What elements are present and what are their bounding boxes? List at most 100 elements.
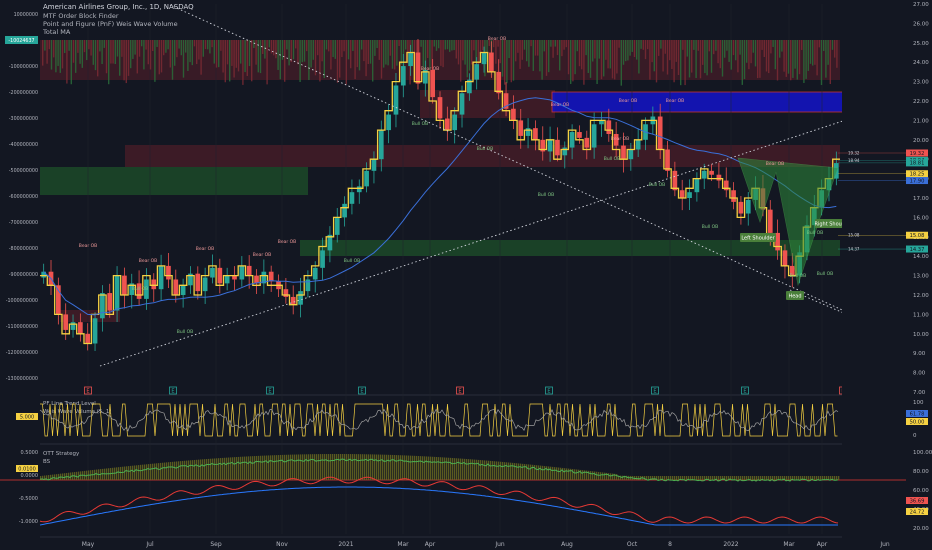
ott-hist-bar: [694, 476, 696, 480]
bear-ob-label: Bear OB: [421, 66, 440, 72]
volume-bar: [543, 40, 545, 52]
ott-hist-bar: [362, 454, 364, 480]
ott-hist-bar: [102, 468, 104, 480]
earnings-badge[interactable]: E: [743, 389, 746, 395]
volume-bar: [631, 40, 633, 52]
volume-bar: [812, 40, 814, 66]
volume-bar: [394, 40, 396, 70]
indicator-label-2[interactable]: Point and Figure (PnF) Weis Wave Volume: [43, 20, 178, 28]
earnings-badge[interactable]: E: [268, 389, 271, 395]
ott-hist-bar: [286, 454, 288, 480]
ott-hist-bar: [756, 476, 758, 480]
candle-body: [378, 130, 384, 160]
ott-hist-bar: [676, 476, 678, 480]
ott-hist-bar: [354, 454, 356, 480]
ott-hist-bar: [500, 461, 502, 480]
volume-bar: [46, 40, 48, 64]
earnings-badge[interactable]: E: [171, 389, 174, 395]
volume-bar: [732, 40, 735, 56]
ott-hist-bar: [312, 454, 314, 480]
ott-hist-bar: [114, 467, 116, 480]
bull-ob-label: Bull OB: [344, 258, 361, 264]
volume-bar: [836, 40, 838, 68]
ott-hist-bar: [460, 458, 462, 480]
volume-bar: [539, 40, 541, 72]
candle-body: [474, 64, 480, 80]
ott-left-tick: -1.0000: [19, 519, 38, 525]
price-tag: 14.37: [910, 247, 925, 253]
ott-hist-bar: [454, 458, 456, 480]
ott-hist-bar: [240, 456, 242, 480]
volume-bar: [44, 40, 46, 51]
ott-hist-bar: [742, 476, 744, 480]
ott-hist-bar: [422, 456, 424, 480]
time-tick: Aug: [561, 541, 573, 548]
earnings-badge[interactable]: E: [360, 389, 363, 395]
ott-hist-bar: [342, 454, 344, 480]
ott-hist-bar: [404, 455, 406, 480]
ott-hist-bar: [448, 457, 450, 480]
volume-bar: [653, 40, 655, 72]
volume-bar: [627, 40, 629, 61]
time-tick: Mar: [397, 541, 409, 548]
volume-bar: [374, 40, 376, 56]
time-tick: Oct: [627, 541, 638, 548]
volume-bar: [323, 40, 325, 79]
ott-hist-bar: [318, 454, 320, 480]
volume-bar: [141, 40, 143, 47]
earnings-badge[interactable]: E: [458, 389, 461, 395]
candle-body: [173, 279, 179, 295]
ott-hist-bar: [426, 456, 428, 480]
candle-body: [731, 190, 736, 202]
ott-hist-bar: [516, 463, 518, 480]
ott-hist-bar: [300, 454, 302, 480]
ott-hist-bar: [678, 476, 680, 480]
ott-hist-bar: [382, 454, 384, 480]
ott-hist-bar: [556, 467, 558, 480]
volume-bar: [783, 40, 785, 72]
ott-hist-bar: [254, 456, 256, 480]
volume-bar: [473, 40, 475, 51]
volume-bar: [499, 40, 501, 64]
volume-tick: -400000000: [9, 142, 38, 148]
volume-bar: [526, 40, 528, 62]
ott-hist-bar: [332, 454, 334, 480]
ott-hist-bar: [336, 454, 338, 480]
candle-body: [709, 170, 714, 175]
ott-hist-bar: [154, 463, 156, 480]
volume-bar: [314, 40, 317, 76]
ott-hist-bar: [184, 460, 186, 480]
ott-hist-bar: [180, 461, 182, 480]
volume-tick: -1300000000: [6, 376, 38, 382]
ott-hist-bar: [282, 454, 284, 480]
earnings-badge[interactable]: E: [547, 389, 550, 395]
volume-bar: [369, 40, 372, 64]
volume-bar: [222, 40, 224, 73]
volume-bar: [684, 40, 686, 86]
volume-bar: [548, 40, 550, 73]
ott-hist-bar: [306, 454, 308, 480]
ott-hist-bar: [566, 468, 568, 480]
ott-hist-bar: [192, 460, 194, 480]
volume-bar: [50, 40, 53, 70]
ott-hist-bar: [334, 454, 336, 480]
ott-title: OTT Strategy: [43, 451, 80, 457]
chart-canvas[interactable]: Bear OB Bear OB Bear OB Bear OB Bear OB Bear …: [0, 0, 932, 550]
earnings-badge[interactable]: E: [653, 389, 656, 395]
candle-body: [151, 279, 157, 290]
volume-bar: [570, 40, 572, 84]
ott-hist-bar: [356, 454, 358, 480]
volume-bar: [226, 40, 229, 65]
bull-ob-label: Bull OB: [817, 271, 834, 277]
earnings-badge[interactable]: E: [86, 389, 89, 395]
volume-bar: [790, 40, 792, 81]
indicator-label-1[interactable]: MTF Order Block Finder: [43, 12, 119, 20]
volume-bar: [81, 40, 83, 68]
candle-body: [672, 170, 678, 191]
candle-body: [782, 250, 788, 266]
volume-bar: [339, 40, 341, 78]
price-tick: 10.00: [913, 332, 929, 338]
indicator-label-3[interactable]: Total MA: [42, 28, 71, 36]
volume-bar: [578, 40, 581, 67]
volume-bar: [519, 40, 521, 69]
